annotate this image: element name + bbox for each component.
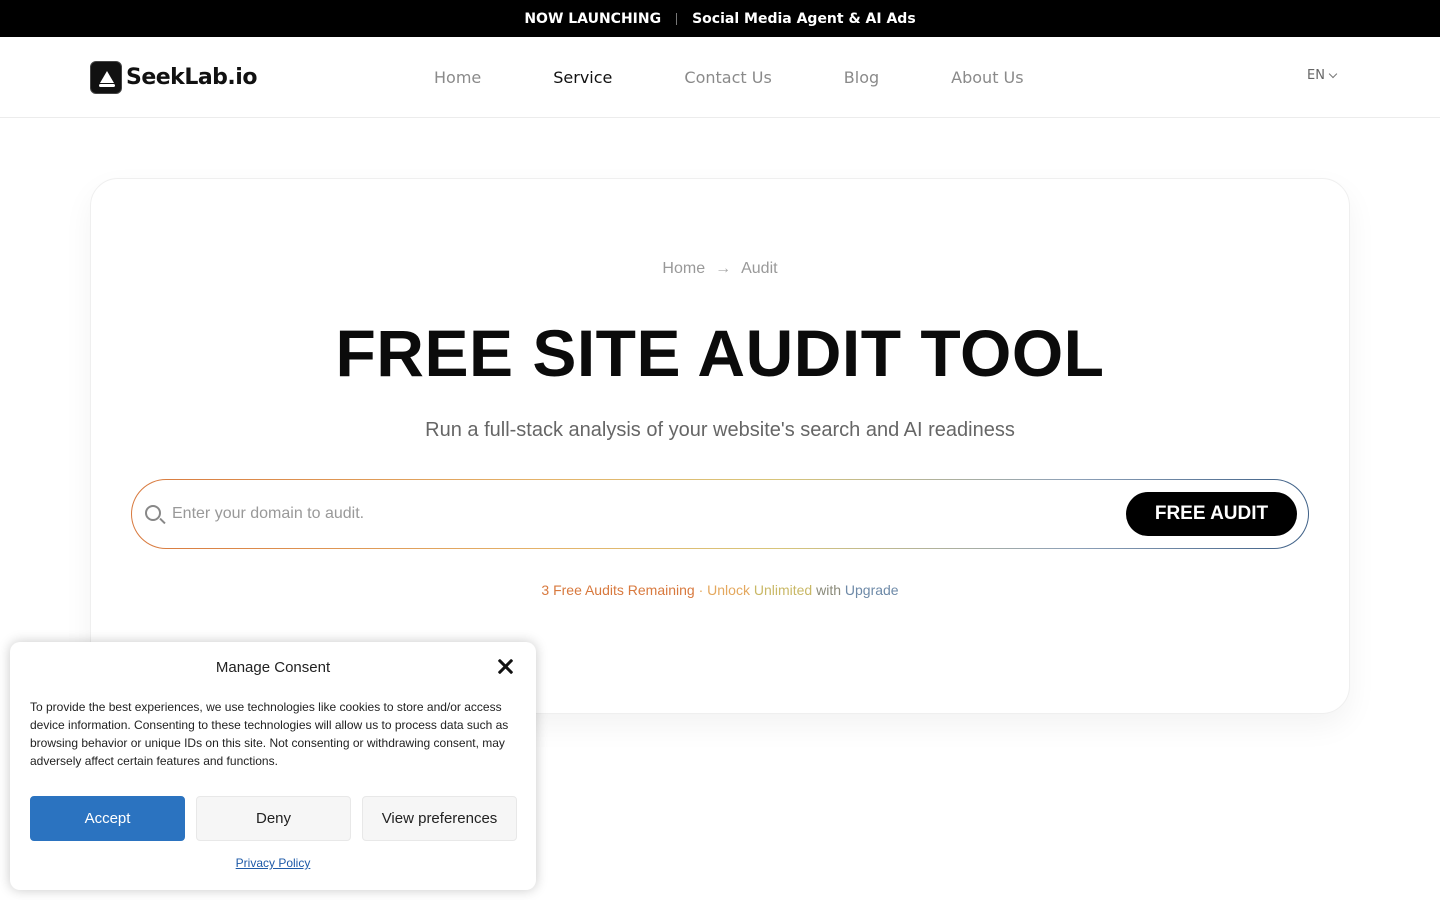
audit-search-bar: FREE AUDIT [131, 479, 1309, 549]
search-icon [145, 505, 161, 521]
logo[interactable]: SeekLab.io [90, 60, 257, 94]
logo-icon [90, 60, 122, 94]
upgrade-link[interactable]: Upgrade [845, 582, 899, 598]
arrow-right-icon: → [715, 260, 732, 277]
remaining-dot: · [694, 582, 708, 598]
consent-title: Manage Consent [215, 659, 331, 676]
remaining-count: 3 Free Audits Remaining [541, 582, 695, 598]
nav-item-blog[interactable]: Blog [808, 68, 915, 87]
language-label: EN [1307, 68, 1325, 83]
nav-item-contact-us[interactable]: Contact Us [648, 68, 807, 87]
site-header: SeekLab.io Home Service Contact Us Blog … [0, 37, 1440, 118]
breadcrumb-home[interactable]: Home [662, 260, 705, 277]
deny-button[interactable]: Deny [196, 796, 351, 841]
nav-item-service[interactable]: Service [517, 68, 648, 87]
consent-text: To provide the best experiences, we use … [30, 700, 509, 768]
accept-button[interactable]: Accept [30, 796, 185, 841]
consent-dialog: Manage Consent To provide the best exper… [10, 642, 536, 890]
announcement-label: NOW LAUNCHING [524, 10, 662, 27]
nav-item-home[interactable]: Home [398, 68, 517, 87]
chevron-down-icon [1328, 69, 1338, 78]
logo-text: SeekLab.io [126, 64, 257, 90]
language-selector[interactable]: EN [1307, 68, 1338, 83]
audits-remaining-note: 3 Free Audits Remaining · Unlock Unlimit… [91, 582, 1349, 598]
close-icon[interactable] [496, 657, 516, 677]
announcement-bar: NOW LAUNCHING Social Media Agent & AI Ad… [0, 0, 1440, 37]
main-nav: Home Service Contact Us Blog About Us [398, 37, 1060, 117]
remaining-unlimited: Unlimited [753, 582, 813, 598]
remaining-with: with [812, 582, 845, 598]
breadcrumb: Home → Audit [91, 260, 1349, 278]
consent-buttons: Accept Deny View preferences [30, 796, 528, 841]
domain-input[interactable] [172, 497, 1072, 531]
nav-item-about-us[interactable]: About Us [915, 68, 1059, 87]
audit-hero-card: Home → Audit FREE SITE AUDIT TOOL Run a fu… [90, 178, 1350, 714]
page-subtitle: Run a full-stack analysis of your websit… [425, 419, 1015, 441]
announcement-message[interactable]: Social Media Agent & AI Ads [692, 11, 916, 27]
breadcrumb-current: Audit [741, 260, 778, 277]
remaining-unlock: Unlock [707, 582, 754, 598]
privacy-policy-link[interactable]: Privacy Policy [10, 856, 536, 870]
announcement-divider [676, 12, 678, 25]
view-preferences-button[interactable]: View preferences [362, 796, 517, 841]
page-title: FREE SITE AUDIT TOOL [335, 316, 1105, 390]
free-audit-button[interactable]: FREE AUDIT [1126, 492, 1297, 536]
